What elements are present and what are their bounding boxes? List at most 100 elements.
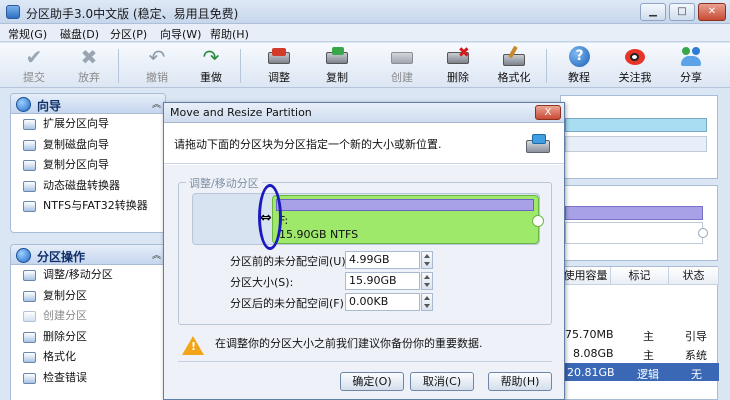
dialog-description: 请拖动下面的分区块为分区指定一个新的大小或新位置. bbox=[174, 138, 442, 151]
toolbar-separator bbox=[240, 49, 241, 83]
toolbar-delete-button[interactable]: ✖ 删除 bbox=[433, 46, 483, 86]
title-bar: 分区助手3.0中文版 (稳定、易用且免费) ▁ □ ✕ bbox=[0, 0, 730, 24]
resize-disk-icon bbox=[524, 132, 552, 156]
disk-map-bottom bbox=[560, 185, 718, 261]
toolbar-share-button[interactable]: 分享 bbox=[666, 46, 716, 86]
close-button[interactable]: ✕ bbox=[698, 3, 726, 21]
table-row-selected[interactable]: 20.81GB 逻辑 无 bbox=[561, 363, 719, 381]
op-item-check-errors[interactable]: 检查错误 bbox=[11, 368, 165, 389]
table-header-status[interactable]: 状态 bbox=[669, 267, 719, 285]
wizard-item-dynamic-disk[interactable]: 动态磁盘转换器 bbox=[11, 176, 165, 197]
dialog-title-bar[interactable]: Move and Resize Partition X bbox=[164, 103, 564, 123]
op-item-icon bbox=[23, 290, 36, 302]
disk-map-partition[interactable] bbox=[565, 222, 703, 244]
wizard-panel: 向导 ︽ 扩展分区向导 复制磁盘向导 复制分区向导 动态磁盘转换器 NTFS与F… bbox=[10, 93, 166, 233]
op-item-format[interactable]: 格式化 bbox=[11, 347, 165, 368]
toolbar-follow-button[interactable]: 关注我 bbox=[610, 46, 660, 86]
menu-partition[interactable]: 分区(P) bbox=[110, 26, 147, 42]
partition-size-spinner[interactable] bbox=[421, 272, 433, 290]
unallocated-before-spinner[interactable] bbox=[421, 251, 433, 269]
unallocated-after-spinner[interactable] bbox=[421, 293, 433, 311]
app-icon bbox=[6, 5, 20, 19]
dialog-header: 请拖动下面的分区块为分区指定一个新的大小或新位置. bbox=[164, 124, 564, 164]
partition-ops-icon bbox=[16, 248, 31, 263]
collapse-icon[interactable]: ︽ bbox=[152, 97, 161, 110]
left-pane: 向导 ︽ 扩展分区向导 复制磁盘向导 复制分区向导 动态磁盘转换器 NTFS与F… bbox=[0, 89, 166, 400]
wizard-item-ntfs-fat32[interactable]: NTFS与FAT32转换器 bbox=[11, 196, 165, 217]
delete-icon: ✖ bbox=[445, 46, 471, 68]
dialog-close-button[interactable]: X bbox=[535, 105, 561, 120]
format-icon bbox=[501, 45, 527, 68]
toolbar-format-button[interactable]: 格式化 bbox=[489, 45, 539, 86]
toolbar-create-button[interactable]: 创建 bbox=[377, 46, 427, 86]
toolbar-separator bbox=[546, 49, 547, 83]
minimize-button[interactable]: ▁ bbox=[640, 3, 666, 21]
disk-map-partition[interactable] bbox=[565, 136, 707, 152]
op-item-delete[interactable]: 删除分区 bbox=[11, 327, 165, 348]
main-area: 使用容量 标记 状态 75.70MB 主 引导 8.08GB 主 系统 20.8… bbox=[560, 89, 730, 400]
collapse-icon[interactable]: ︽ bbox=[152, 248, 161, 261]
check-icon: ✔ bbox=[25, 45, 43, 69]
help-button[interactable]: 帮助(H) bbox=[488, 372, 552, 391]
menu-bar: 常规(G) 磁盘(D) 分区(P) 向导(W) 帮助(H) bbox=[0, 24, 730, 42]
partition-block[interactable]: F: 15.90GB NTFS bbox=[272, 195, 539, 244]
toolbar-separator bbox=[118, 49, 119, 83]
menu-help[interactable]: 帮助(H) bbox=[210, 26, 249, 42]
right-resize-handle[interactable] bbox=[532, 215, 544, 227]
toolbar-resize-button[interactable]: 调整 bbox=[254, 46, 304, 86]
unallocated-before-row: 分区前的未分配空间(U): 4.99GB bbox=[164, 251, 564, 269]
dialog-title: Move and Resize Partition bbox=[170, 106, 312, 119]
toolbar: ✔ 提交 ✖ 放弃 ↶ 撤销 ↷ 重做 调整 复制 创建 ✖ 删除 格式化 ? … bbox=[0, 43, 730, 88]
partition-size-label: 15.90GB NTFS bbox=[279, 228, 359, 241]
op-item-icon bbox=[23, 270, 36, 281]
unallocated-after-row: 分区后的未分配空间(F): 0.00KB bbox=[164, 293, 564, 311]
op-item-icon bbox=[23, 331, 36, 343]
menu-disk[interactable]: 磁盘(D) bbox=[60, 26, 99, 42]
resize-cursor-icon: ⇔ bbox=[260, 210, 272, 226]
x-icon: ✖ bbox=[80, 45, 98, 69]
wizard-item-icon bbox=[23, 119, 36, 130]
op-item-icon bbox=[23, 372, 36, 384]
partition-panel: 分区操作 ︽ 调整/移动分区 复制分区 创建分区 删除分区 格式化 检查错误 bbox=[10, 244, 166, 400]
resize-handle[interactable] bbox=[698, 228, 708, 238]
wizard-panel-header[interactable]: 向导 ︽ bbox=[11, 94, 165, 114]
cancel-button[interactable]: 取消(C) bbox=[410, 372, 474, 391]
table-header-flag[interactable]: 标记 bbox=[611, 267, 669, 285]
toolbar-tutorial-button[interactable]: ? 教程 bbox=[554, 46, 604, 86]
menu-wizard[interactable]: 向导(W) bbox=[160, 26, 201, 42]
table-header-used[interactable]: 使用容量 bbox=[561, 267, 611, 285]
wizard-item-copy-disk[interactable]: 复制磁盘向导 bbox=[11, 135, 165, 156]
toolbar-discard-button[interactable]: ✖ 放弃 bbox=[64, 46, 114, 86]
partition-panel-header[interactable]: 分区操作 ︽ bbox=[11, 245, 165, 265]
toolbar-copy-button[interactable]: 复制 bbox=[312, 46, 362, 86]
toolbar-commit-button[interactable]: ✔ 提交 bbox=[9, 46, 59, 86]
menu-general[interactable]: 常规(G) bbox=[8, 26, 47, 42]
table-row[interactable]: 75.70MB 主 引导 bbox=[561, 325, 719, 343]
wizard-item-icon bbox=[23, 201, 36, 212]
maximize-button[interactable]: □ bbox=[669, 3, 695, 21]
op-item-create[interactable]: 创建分区 bbox=[11, 306, 165, 327]
partition-size-row: 分区大小(S): 15.90GB bbox=[164, 272, 564, 290]
table-row[interactable]: 8.08GB 主 系统 bbox=[561, 344, 719, 362]
toolbar-undo-button[interactable]: ↶ 撤销 bbox=[132, 46, 182, 86]
op-item-copy[interactable]: 复制分区 bbox=[11, 286, 165, 307]
help-icon: ? bbox=[566, 46, 592, 68]
create-icon bbox=[389, 46, 415, 68]
unallocated-after-input[interactable]: 0.00KB bbox=[345, 293, 420, 311]
wizard-item-icon bbox=[23, 139, 36, 151]
warning-text: 在调整你的分区大小之前我们建议你备份你的重要数据. bbox=[215, 337, 483, 350]
disk-map-partition[interactable] bbox=[565, 118, 707, 132]
disk-map-partition[interactable] bbox=[565, 206, 703, 220]
toolbar-redo-button[interactable]: ↷ 重做 bbox=[186, 46, 236, 86]
wizard-item-copy-partition[interactable]: 复制分区向导 bbox=[11, 155, 165, 176]
resize-partition-dialog: Move and Resize Partition X 请拖动下面的分区块为分区… bbox=[163, 102, 565, 400]
weibo-icon bbox=[622, 46, 648, 68]
dialog-body: 调整/移动分区 F: 15.90GB NTFS ⇔ 分区前的未分配空间(U): … bbox=[164, 165, 564, 399]
unallocated-before-input[interactable]: 4.99GB bbox=[345, 251, 420, 269]
partition-size-input[interactable]: 15.90GB bbox=[345, 272, 420, 290]
op-item-icon bbox=[23, 352, 36, 363]
resize-icon bbox=[266, 46, 292, 68]
op-item-resize-move[interactable]: 调整/移动分区 bbox=[11, 265, 165, 286]
wizard-item-extend-partition[interactable]: 扩展分区向导 bbox=[11, 114, 165, 135]
ok-button[interactable]: 确定(O) bbox=[340, 372, 404, 391]
